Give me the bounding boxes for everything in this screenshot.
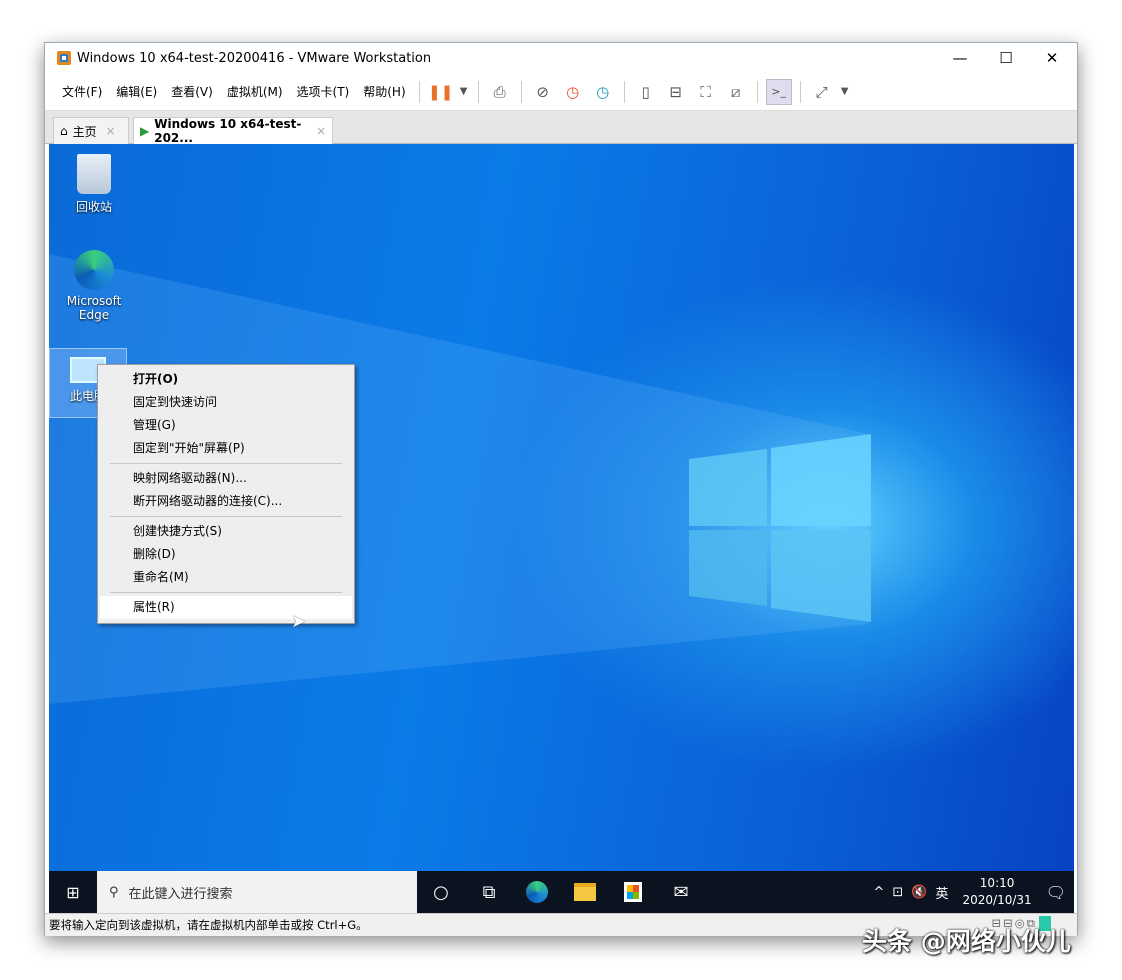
menu-item-manage[interactable]: 管理(G) [100, 414, 352, 437]
tab-home[interactable]: ⌂ 主页 × [53, 117, 129, 144]
divider [478, 81, 479, 103]
status-text: 要将输入定向到该虚拟机，请在虚拟机内部单击或按 Ctrl+G。 [49, 918, 368, 932]
menu-item-map-drive[interactable]: 映射网络驱动器(N)... [100, 467, 352, 490]
home-icon: ⌂ [60, 124, 68, 138]
file-explorer-icon[interactable] [561, 871, 609, 913]
mouse-cursor-icon: ➤ [291, 611, 306, 632]
context-menu: 打开(O) 固定到快速访问 管理(G) 固定到"开始"屏幕(P) 映射网络驱动器… [97, 364, 355, 624]
tab-bar: ⌂ 主页 × ▶ Windows 10 x64-test-202... × [45, 111, 1077, 144]
ime-indicator[interactable]: 英 [936, 883, 949, 902]
watermark: 头条 @网络小伙儿 [862, 922, 1071, 958]
revert-snapshot-icon[interactable]: ◷ [560, 79, 586, 105]
divider [419, 81, 420, 103]
menu-view[interactable]: 查看(V) [164, 83, 220, 100]
title-bar: Windows 10 x64-test-20200416 - VMware Wo… [45, 43, 1077, 73]
recycle-bin-icon [77, 154, 111, 194]
notification-icon[interactable]: 🗨 [1046, 883, 1066, 902]
search-placeholder: 在此键入进行搜索 [129, 883, 233, 902]
search-box[interactable]: ⚲ 在此键入进行搜索 [97, 871, 417, 913]
tab-vm[interactable]: ▶ Windows 10 x64-test-202... × [133, 117, 333, 144]
divider [110, 463, 342, 464]
icon-label: 回收站 [76, 200, 112, 214]
start-button[interactable]: ⊞ [49, 871, 97, 913]
tab-label: Windows 10 x64-test-202... [154, 117, 307, 145]
menu-item-rename[interactable]: 重命名(M) [100, 566, 352, 589]
thumbnail-view-icon[interactable]: ⊟ [663, 79, 689, 105]
menu-item-pin-quick-access[interactable]: 固定到快速访问 [100, 391, 352, 414]
menu-item-disconnect-drive[interactable]: 断开网络驱动器的连接(C)... [100, 490, 352, 513]
menu-item-properties[interactable]: 属性(R) [100, 596, 352, 619]
unity-icon[interactable]: ⧄ [723, 79, 749, 105]
divider [757, 81, 758, 103]
close-button[interactable]: ✕ [1029, 43, 1075, 73]
chevron-down-icon[interactable]: ▼ [458, 79, 470, 105]
divider [624, 81, 625, 103]
pause-icon[interactable]: ❚❚ [428, 79, 454, 105]
volume-muted-icon[interactable]: 🔇 [911, 885, 927, 900]
vmware-logo-icon [57, 51, 71, 65]
system-tray: ^ ⊡ 🔇 英 10:10 2020/10/31 🗨 [874, 875, 1075, 909]
divider [521, 81, 522, 103]
date: 2020/10/31 [963, 892, 1032, 909]
window-title: Windows 10 x64-test-20200416 - VMware Wo… [77, 51, 431, 66]
taskbar: ⊞ ⚲ 在此键入进行搜索 ○ ⧉ ✉ ^ ⊡ 🔇 英 10:10 2020/10… [49, 871, 1074, 913]
store-icon[interactable] [609, 871, 657, 913]
library-view-icon[interactable]: ▯ [633, 79, 659, 105]
cortana-icon[interactable]: ○ [417, 871, 465, 913]
close-tab-icon[interactable]: × [106, 124, 116, 138]
console-view-icon[interactable]: >_ [766, 79, 792, 105]
stretch-icon[interactable]: ⤢ [809, 79, 835, 105]
menu-tabs[interactable]: 选项卡(T) [290, 83, 357, 100]
close-tab-icon[interactable]: × [316, 124, 326, 138]
maximize-button[interactable]: ☐ [983, 43, 1029, 73]
time: 10:10 [963, 875, 1032, 892]
snapshot-manager-icon[interactable]: ◷ [590, 79, 616, 105]
divider [110, 592, 342, 593]
chevron-up-icon[interactable]: ^ [874, 885, 885, 900]
menu-edit[interactable]: 编辑(E) [109, 83, 164, 100]
mail-icon[interactable]: ✉ [657, 871, 705, 913]
edge-icon [74, 250, 114, 290]
network-icon[interactable]: ⊡ [892, 885, 903, 900]
clock[interactable]: 10:10 2020/10/31 [963, 875, 1032, 909]
chevron-down-icon[interactable]: ▼ [839, 79, 851, 105]
search-icon: ⚲ [109, 885, 119, 900]
menu-item-pin-start[interactable]: 固定到"开始"屏幕(P) [100, 437, 352, 460]
task-view-icon[interactable]: ⧉ [465, 871, 513, 913]
vm-running-icon: ▶ [140, 124, 149, 138]
menu-item-open[interactable]: 打开(O) [100, 368, 352, 391]
send-ctrl-alt-del-icon[interactable]: ⎙ [487, 79, 513, 105]
snapshot-disabled-icon[interactable]: ⊘ [530, 79, 556, 105]
menu-vm[interactable]: 虚拟机(M) [220, 83, 290, 100]
desktop-icon-recycle-bin[interactable]: 回收站 [55, 154, 133, 215]
menu-item-delete[interactable]: 删除(D) [100, 543, 352, 566]
menu-help[interactable]: 帮助(H) [356, 83, 412, 100]
desktop-icon-edge[interactable]: Microsoft Edge [55, 250, 133, 322]
divider [110, 516, 342, 517]
divider [800, 81, 801, 103]
tab-label: 主页 [73, 123, 97, 140]
edge-taskbar-icon[interactable] [513, 871, 561, 913]
full-screen-icon[interactable]: ⛶ [693, 79, 719, 105]
windows-icon: ⊞ [66, 883, 79, 902]
menu-file[interactable]: 文件(F) [55, 83, 109, 100]
menu-bar: 文件(F) 编辑(E) 查看(V) 虚拟机(M) 选项卡(T) 帮助(H) ❚❚… [45, 73, 1077, 111]
menu-item-create-shortcut[interactable]: 创建快捷方式(S) [100, 520, 352, 543]
minimize-button[interactable]: — [937, 43, 983, 73]
icon-label: Microsoft Edge [67, 294, 122, 322]
